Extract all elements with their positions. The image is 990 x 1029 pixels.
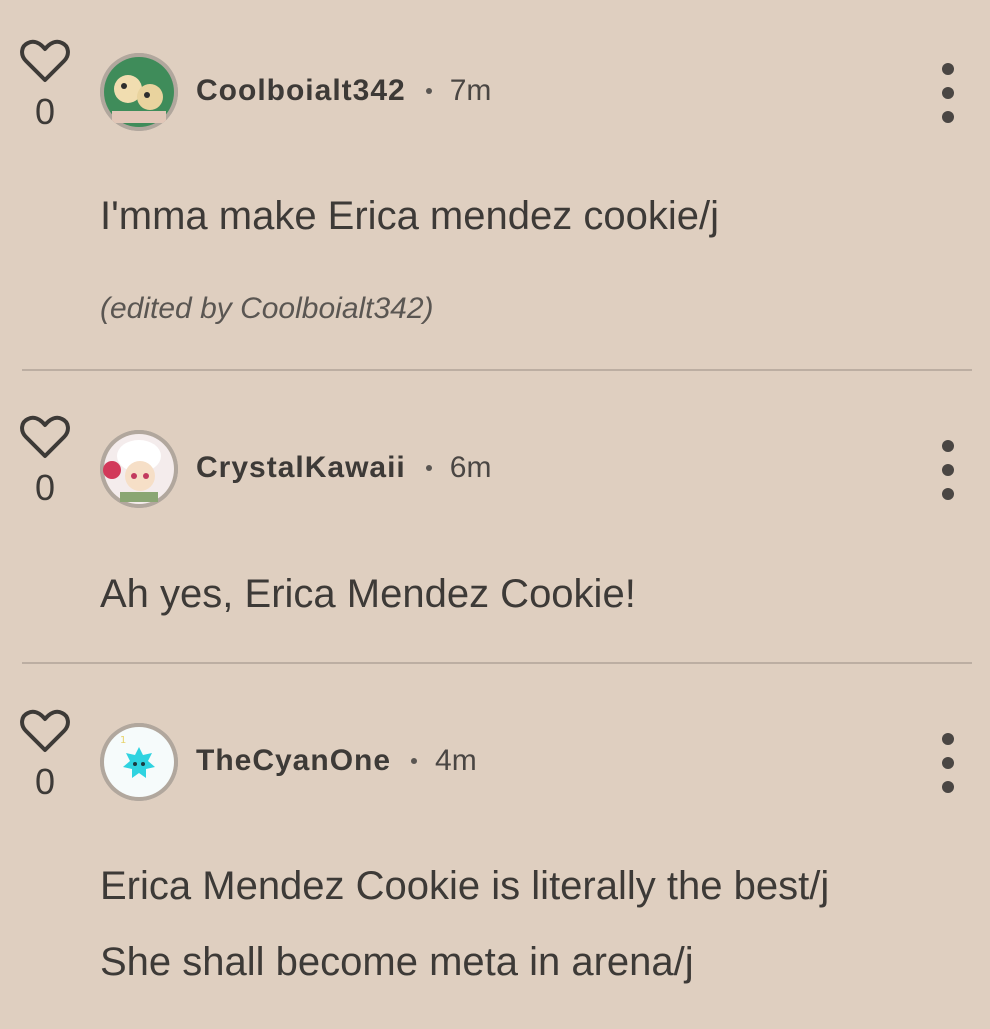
divider <box>22 662 972 664</box>
svg-text:1: 1 <box>120 735 126 746</box>
avatar[interactable]: 1 <box>100 723 178 801</box>
avatar[interactable] <box>100 53 178 131</box>
like-count: 0 <box>34 91 56 132</box>
avatar-image <box>100 430 178 508</box>
more-vertical-icon[interactable] <box>930 733 966 793</box>
heart-icon[interactable] <box>20 708 70 754</box>
like-control[interactable]: 0 <box>20 708 70 802</box>
avatar-image: 1 <box>100 723 178 801</box>
comment-text-line: Erica Mendez Cookie is literally the bes… <box>100 864 830 908</box>
heart-icon[interactable] <box>20 38 70 84</box>
comment-feed: 0 Coolboialt342 7m I'mma make Erica mend… <box>0 0 990 1029</box>
divider <box>22 369 972 371</box>
comment-text: Erica Mendez Cookie is literally the bes… <box>100 848 970 1000</box>
comment-meta: Coolboialt342 7m <box>196 71 491 111</box>
comment-text: Ah yes, Erica Mendez Cookie! <box>100 572 636 616</box>
separator-dot <box>411 758 418 764</box>
avatar-image <box>100 53 178 131</box>
more-vertical-icon[interactable] <box>930 63 966 123</box>
avatar[interactable] <box>100 430 178 508</box>
timestamp: 6m <box>449 451 492 484</box>
comment-text-line: She shall become meta in arena/j <box>100 940 694 984</box>
comment-text: I'mma make Erica mendez cookie/j <box>100 194 719 238</box>
separator-dot <box>425 88 432 94</box>
like-count: 0 <box>34 467 56 508</box>
comment-meta: TheCyanOne 4m <box>196 741 477 781</box>
like-control[interactable]: 0 <box>20 38 70 132</box>
username[interactable]: TheCyanOne <box>196 744 391 778</box>
edited-note: (edited by Coolboialt342) <box>100 292 434 325</box>
heart-icon[interactable] <box>20 414 70 460</box>
username[interactable]: CrystalKawaii <box>196 451 406 485</box>
username[interactable]: Coolboialt342 <box>196 74 406 108</box>
timestamp: 4m <box>435 744 477 777</box>
like-control[interactable]: 0 <box>20 414 70 508</box>
separator-dot <box>425 465 432 471</box>
comment-meta: CrystalKawaii 6m <box>196 448 491 488</box>
more-vertical-icon[interactable] <box>930 440 966 500</box>
timestamp: 7m <box>449 74 492 107</box>
like-count: 0 <box>34 761 56 802</box>
